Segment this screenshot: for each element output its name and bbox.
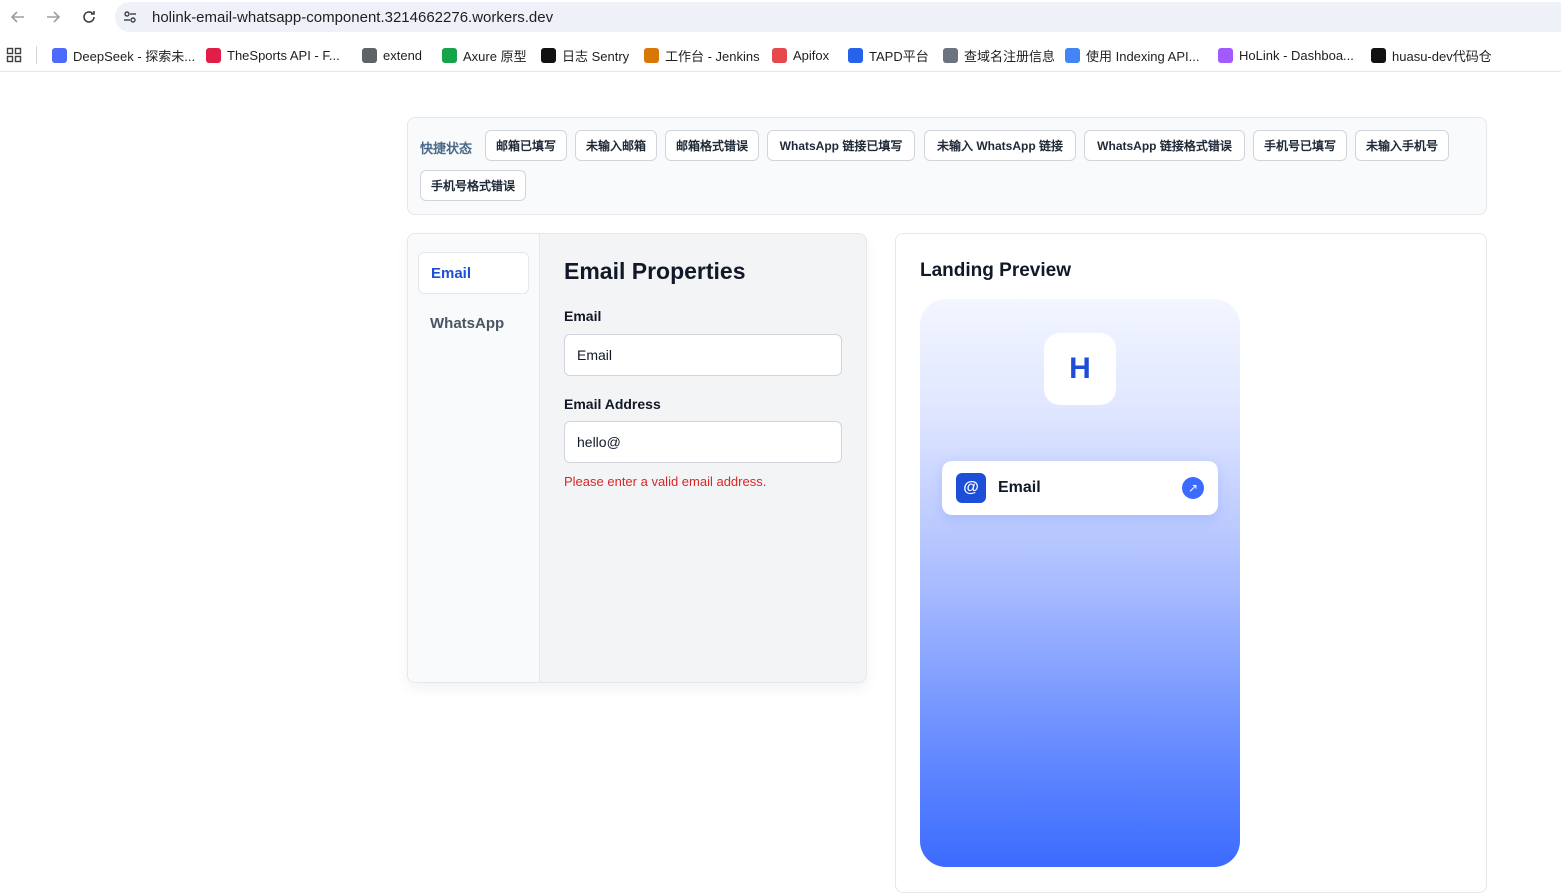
- bookmark-label: HoLink - Dashboa...: [1239, 47, 1354, 63]
- email-address-label: Email Address: [564, 396, 661, 412]
- quick-status-button[interactable]: 手机号格式错误: [420, 170, 526, 201]
- bookmark-label: Apifox: [793, 47, 830, 63]
- bookmark-label: 日志 Sentry: [562, 48, 630, 64]
- bookmark-item[interactable]: DeepSeek - 探索未...: [52, 46, 195, 64]
- github-icon: [1371, 47, 1386, 63]
- domain-icon: [943, 47, 958, 63]
- bookmark-item[interactable]: HoLink - Dashboa...: [1218, 46, 1354, 64]
- quick-status-button[interactable]: WhatsApp 链接格式错误: [1084, 130, 1245, 161]
- at-sign-icon: @: [956, 473, 986, 503]
- email-address-error: Please enter a valid email address.: [564, 474, 767, 489]
- apps-grid-icon[interactable]: [6, 47, 22, 63]
- bookmark-item[interactable]: TheSports API - F...: [206, 46, 340, 64]
- link-label: Email: [998, 479, 1041, 496]
- phone-preview: H @ Email ↗: [920, 299, 1240, 867]
- bookmark-label: TheSports API - F...: [227, 47, 340, 63]
- figma-icon: [1218, 47, 1233, 63]
- bookmark-item[interactable]: 工作台 - Jenkins: [644, 46, 760, 64]
- email-label: Email: [564, 308, 602, 324]
- tapd-icon: [848, 47, 863, 63]
- bookmarks-bar: DeepSeek - 探索未... TheSports API - F... ext…: [0, 38, 1561, 72]
- bookmark-item[interactable]: 查域名注册信息: [943, 46, 1055, 64]
- quick-status-label: 快捷状态: [420, 141, 473, 156]
- bookmark-label: TAPD平台: [869, 48, 929, 64]
- browser-toolbar: holink-email-whatsapp-component.32146622…: [0, 0, 1561, 34]
- jenkins-icon: [644, 47, 659, 63]
- quick-status-button[interactable]: 未输入邮箱: [575, 130, 657, 161]
- bookmark-item[interactable]: huasu-dev代码仓: [1371, 46, 1492, 64]
- address-bar[interactable]: holink-email-whatsapp-component.32146622…: [115, 2, 1561, 32]
- url-text[interactable]: holink-email-whatsapp-component.32146622…: [152, 9, 553, 26]
- forward-icon[interactable]: [43, 7, 63, 27]
- bookmark-item[interactable]: Apifox: [772, 46, 829, 64]
- bookmarks-divider: [36, 46, 37, 64]
- thesports-icon: [206, 47, 221, 63]
- folder-icon: [362, 47, 377, 63]
- properties-panel: Email WhatsApp Email Properties Email Em…: [407, 233, 867, 683]
- bookmark-label: 工作台 - Jenkins: [665, 48, 760, 64]
- tab-email[interactable]: Email: [418, 252, 529, 294]
- email-address-input[interactable]: [564, 421, 842, 463]
- bookmark-item[interactable]: Axure 原型: [442, 46, 527, 64]
- bookmark-label: extend: [383, 47, 423, 63]
- bookmark-item[interactable]: extend: [362, 46, 422, 64]
- reload-icon[interactable]: [79, 7, 99, 27]
- quick-status-button[interactable]: 未输入手机号: [1355, 130, 1449, 161]
- quick-status-panel: 快捷状态 邮箱已填写 未输入邮箱 邮箱格式错误 WhatsApp 链接已填写 未输入 W…: [407, 117, 1487, 215]
- bookmark-label: 查域名注册信息: [964, 48, 1056, 64]
- apifox-icon: [772, 47, 787, 63]
- quick-status-button[interactable]: 手机号已填写: [1253, 130, 1347, 161]
- form-title: Email Properties: [564, 258, 746, 284]
- email-title-input[interactable]: [564, 334, 842, 376]
- google-icon: [1065, 47, 1080, 63]
- email-link-card[interactable]: @ Email ↗: [942, 461, 1218, 515]
- deepseek-icon: [52, 47, 67, 63]
- bookmark-label: 使用 Indexing API...: [1086, 48, 1200, 64]
- bookmark-item[interactable]: TAPD平台: [848, 46, 929, 64]
- quick-status-button[interactable]: 邮箱格式错误: [665, 130, 759, 161]
- bookmark-label: DeepSeek - 探索未...: [73, 48, 196, 64]
- properties-sidebar: Email WhatsApp: [408, 234, 540, 682]
- axure-icon: [442, 47, 457, 63]
- site-settings-icon[interactable]: [115, 9, 145, 25]
- sentry-icon: [541, 47, 556, 63]
- quick-status-button[interactable]: WhatsApp 链接已填写: [767, 130, 915, 161]
- tab-whatsapp[interactable]: WhatsApp: [418, 302, 529, 344]
- landing-preview-panel: Landing Preview H @ Email ↗: [895, 233, 1487, 893]
- avatar: H: [1044, 333, 1116, 405]
- bookmark-item[interactable]: 日志 Sentry: [541, 46, 629, 64]
- preview-title: Landing Preview: [920, 260, 1071, 281]
- bookmark-label: Axure 原型: [463, 48, 527, 64]
- back-icon[interactable]: [8, 7, 28, 27]
- quick-status-button[interactable]: 未输入 WhatsApp 链接: [924, 130, 1076, 161]
- bookmark-label: huasu-dev代码仓: [1392, 48, 1492, 64]
- bookmark-item[interactable]: 使用 Indexing API...: [1065, 46, 1199, 64]
- quick-status-button[interactable]: 邮箱已填写: [485, 130, 567, 161]
- external-link-icon: ↗: [1182, 477, 1204, 499]
